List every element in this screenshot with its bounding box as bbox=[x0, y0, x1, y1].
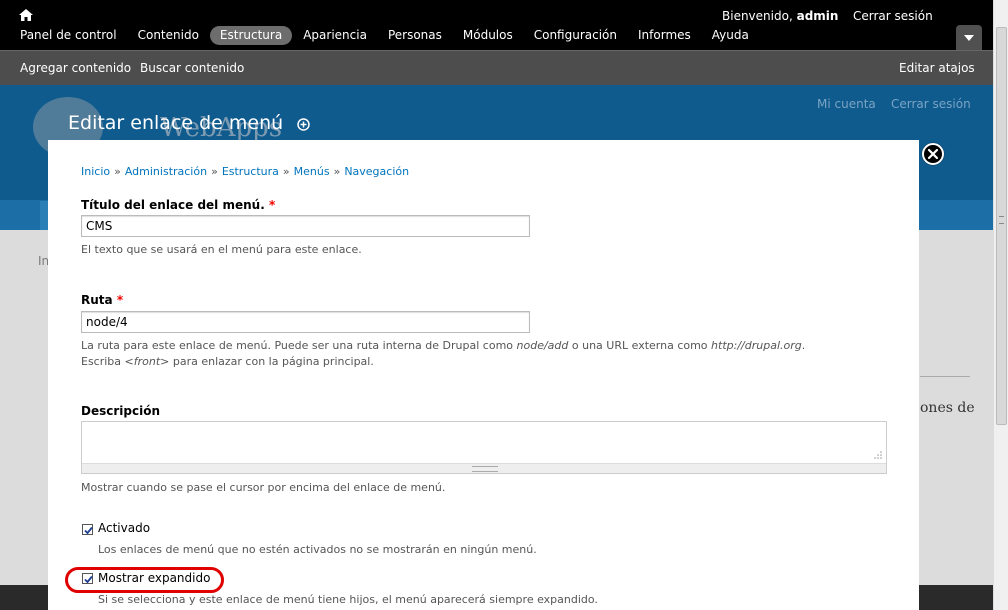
background-text-snippet: ones de bbox=[920, 400, 975, 416]
page-title: Editar enlace de menú bbox=[68, 112, 284, 134]
expanded-label[interactable]: Mostrar expandido bbox=[98, 571, 210, 585]
expanded-checkbox[interactable] bbox=[82, 573, 93, 584]
background-account-link: Mi cuenta bbox=[817, 97, 876, 111]
add-shortcut-icon[interactable] bbox=[297, 118, 310, 131]
resize-corner-icon[interactable] bbox=[873, 449, 883, 459]
breadcrumb-separator: » bbox=[211, 165, 218, 178]
menu-item-panel[interactable]: Panel de control bbox=[10, 26, 127, 45]
required-mark: * bbox=[268, 198, 276, 212]
expanded-help: Si se selecciona y este enlace de menú t… bbox=[98, 593, 598, 606]
breadcrumb-menus[interactable]: Menús bbox=[294, 165, 330, 178]
description-textarea-wrapper bbox=[81, 421, 887, 474]
path-help-text: La ruta para este enlace de menú. Puede … bbox=[81, 339, 517, 352]
path-help-text: . bbox=[801, 339, 806, 352]
breadcrumb-inicio[interactable]: Inicio bbox=[81, 165, 110, 178]
title-field-help: El texto que se usará en el menú para es… bbox=[81, 243, 362, 256]
background-divider bbox=[920, 376, 970, 377]
shortcut-add-content[interactable]: Agregar contenido bbox=[20, 61, 131, 75]
path-field-label-text: Ruta bbox=[81, 293, 113, 307]
path-input[interactable] bbox=[81, 311, 530, 333]
chevron-down-icon bbox=[964, 35, 974, 41]
page-scrollbar[interactable] bbox=[993, 0, 1008, 610]
title-field-label: Título del enlace del menú. * bbox=[81, 198, 275, 212]
close-icon bbox=[927, 148, 939, 160]
path-help-line-2: Escriba <front> para enlazar con la pági… bbox=[81, 354, 805, 370]
breadcrumb-estructura[interactable]: Estructura bbox=[222, 165, 279, 178]
breadcrumb-navegacion[interactable]: Navegación bbox=[344, 165, 409, 178]
breadcrumb-administracion[interactable]: Administración bbox=[125, 165, 207, 178]
shortcuts-drawer-toggle[interactable] bbox=[956, 25, 982, 51]
checkmark-icon bbox=[84, 526, 93, 535]
welcome-prefix: Bienvenido, bbox=[722, 9, 793, 23]
path-help-text: o una URL externa como bbox=[568, 339, 712, 352]
menu-item-configuracion[interactable]: Configuración bbox=[524, 26, 627, 45]
required-mark: * bbox=[116, 293, 124, 307]
menu-item-contenido[interactable]: Contenido bbox=[128, 26, 209, 45]
shortcut-bar: Agregar contenido Buscar contenido Edita… bbox=[0, 50, 1008, 85]
admin-toolbar: Bienvenido, admin Cerrar sesión Panel de… bbox=[0, 0, 1008, 51]
enabled-checkbox[interactable] bbox=[82, 524, 93, 535]
path-help-front: <front> bbox=[124, 355, 170, 368]
title-input[interactable] bbox=[81, 215, 530, 237]
breadcrumb-separator: » bbox=[282, 165, 290, 178]
breadcrumb-separator: » bbox=[114, 165, 121, 178]
home-icon[interactable] bbox=[19, 9, 33, 21]
menu-item-ayuda[interactable]: Ayuda bbox=[702, 26, 759, 45]
menu-item-modulos[interactable]: Módulos bbox=[453, 26, 523, 45]
close-button[interactable] bbox=[922, 143, 944, 165]
breadcrumb-separator: » bbox=[333, 165, 341, 178]
path-help-example-internal: node/add bbox=[516, 339, 569, 352]
path-help-line-1: La ruta para este enlace de menú. Puede … bbox=[81, 338, 805, 354]
menu-item-estructura[interactable]: Estructura bbox=[209, 26, 293, 45]
admin-menu: Panel de control Contenido Estructura Ap… bbox=[10, 26, 760, 45]
enabled-help: Los enlaces de menú que no estén activad… bbox=[98, 543, 537, 556]
enabled-label[interactable]: Activado bbox=[98, 521, 150, 535]
textarea-resize-handle[interactable] bbox=[82, 463, 886, 473]
welcome-text: Bienvenido, admin bbox=[722, 9, 838, 23]
breadcrumb: Inicio» Administración» Estructura» Menús» N… bbox=[81, 165, 409, 178]
menu-item-informes[interactable]: Informes bbox=[628, 26, 701, 45]
overlay-dialog: Inicio» Administración» Estructura» Menús» N… bbox=[48, 140, 919, 610]
edit-shortcuts-link[interactable]: Editar atajos bbox=[899, 61, 975, 75]
title-field-label-text: Título del enlace del menú. bbox=[81, 198, 265, 212]
menu-item-apariencia[interactable]: Apariencia bbox=[293, 26, 377, 45]
path-help-text: Escriba bbox=[81, 355, 125, 368]
path-field-label: Ruta * bbox=[81, 293, 123, 307]
path-field-help: La ruta para este enlace de menú. Puede … bbox=[81, 338, 805, 370]
scrollbar-thumb[interactable] bbox=[996, 27, 1007, 425]
logout-link[interactable]: Cerrar sesión bbox=[853, 9, 933, 23]
menu-item-personas[interactable]: Personas bbox=[378, 26, 452, 45]
path-help-text: para enlazar con la página principal. bbox=[169, 355, 374, 368]
background-logout-link: Cerrar sesión bbox=[891, 97, 971, 111]
description-textarea[interactable] bbox=[82, 422, 886, 462]
username[interactable]: admin bbox=[797, 9, 839, 23]
description-field-label: Descripción bbox=[81, 404, 160, 418]
description-field-help: Mostrar cuando se pase el cursor por enc… bbox=[81, 481, 446, 494]
checkmark-icon bbox=[84, 575, 93, 584]
shortcut-find-content[interactable]: Buscar contenido bbox=[140, 61, 244, 75]
path-help-example-external: http://drupal.org bbox=[711, 339, 802, 352]
